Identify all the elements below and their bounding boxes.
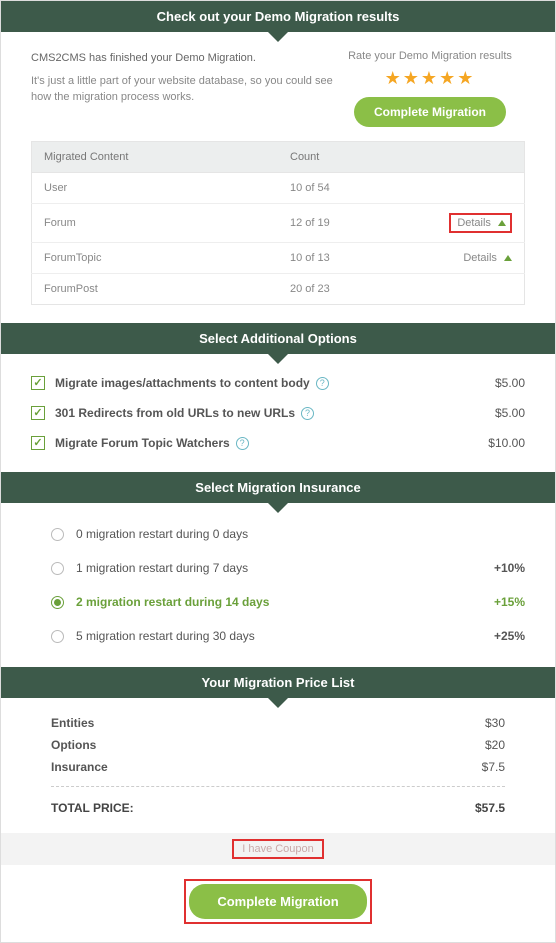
chevron-up-icon [498, 220, 506, 226]
insurance-modifier: +25% [494, 629, 525, 643]
insurance-label: 5 migration restart during 30 days [76, 629, 255, 643]
table-row: ForumTopic10 of 13 Details [32, 243, 525, 274]
total-row: TOTAL PRICE: $57.5 [31, 795, 525, 819]
option-row: ✓ Migrate Forum Topic Watchers? $10.00 [31, 428, 525, 458]
radio[interactable] [51, 596, 64, 609]
content-count: 10 of 13 [278, 243, 435, 274]
insurance-modifier: +10% [494, 561, 525, 575]
insurance-option[interactable]: 1 migration restart during 7 days +10% [31, 551, 525, 585]
rating-stars[interactable]: ★★★★★ [335, 68, 525, 89]
checkbox[interactable]: ✓ [31, 376, 45, 390]
price-row: Entities $30 [31, 712, 525, 734]
help-icon[interactable]: ? [301, 407, 314, 420]
insurance-option[interactable]: 0 migration restart during 0 days [31, 517, 525, 551]
details-toggle[interactable]: Details [449, 213, 512, 233]
final-cta-highlight: Complete Migration [184, 879, 371, 924]
price-label: Options [51, 738, 96, 752]
migrated-content-table: Migrated Content Count User10 of 54Forum… [31, 141, 525, 305]
intro-line1: CMS2CMS has finished your Demo Migration… [31, 50, 335, 67]
radio[interactable] [51, 630, 64, 643]
option-label: Migrate Forum Topic Watchers [55, 436, 230, 450]
total-label: TOTAL PRICE: [51, 801, 134, 815]
insurance-option[interactable]: 2 migration restart during 14 days +15% [31, 585, 525, 619]
section-header-options: Select Additional Options [1, 323, 555, 354]
col-count: Count [278, 142, 435, 173]
price-value: $20 [485, 738, 505, 752]
section-header-insurance: Select Migration Insurance [1, 472, 555, 503]
complete-migration-button-bottom[interactable]: Complete Migration [189, 884, 366, 919]
details-toggle[interactable]: Details [463, 252, 512, 264]
insurance-label: 2 migration restart during 14 days [76, 595, 269, 609]
price-row: Options $20 [31, 734, 525, 756]
table-row: Forum12 of 19 Details [32, 204, 525, 243]
content-count: 12 of 19 [278, 204, 435, 243]
option-row: ✓ Migrate images/attachments to content b… [31, 368, 525, 398]
insurance-label: 0 migration restart during 0 days [76, 527, 248, 541]
insurance-option[interactable]: 5 migration restart during 30 days +25% [31, 619, 525, 653]
rate-label: Rate your Demo Migration results [335, 50, 525, 62]
insurance-label: 1 migration restart during 7 days [76, 561, 248, 575]
option-price: $5.00 [495, 406, 525, 420]
option-label: 301 Redirects from old URLs to new URLs [55, 406, 295, 420]
price-label: Insurance [51, 760, 108, 774]
content-name: ForumPost [32, 274, 279, 305]
radio[interactable] [51, 562, 64, 575]
col-migrated-content: Migrated Content [32, 142, 279, 173]
table-row: User10 of 54 [32, 173, 525, 204]
checkbox[interactable]: ✓ [31, 436, 45, 450]
content-name: ForumTopic [32, 243, 279, 274]
content-count: 10 of 54 [278, 173, 435, 204]
option-row: ✓ 301 Redirects from old URLs to new URLs… [31, 398, 525, 428]
content-count: 20 of 23 [278, 274, 435, 305]
option-label: Migrate images/attachments to content bo… [55, 376, 310, 390]
price-label: Entities [51, 716, 94, 730]
complete-migration-button-top[interactable]: Complete Migration [354, 97, 506, 127]
coupon-link[interactable]: I have Coupon [232, 839, 324, 859]
price-value: $7.5 [482, 760, 505, 774]
price-value: $30 [485, 716, 505, 730]
content-name: Forum [32, 204, 279, 243]
total-value: $57.5 [475, 801, 505, 815]
coupon-bar: I have Coupon [1, 833, 555, 865]
details-label: Details [463, 252, 497, 264]
price-row: Insurance $7.5 [31, 756, 525, 778]
intro-row: CMS2CMS has finished your Demo Migration… [1, 32, 555, 141]
insurance-modifier: +15% [494, 595, 525, 609]
section-header-results: Check out your Demo Migration results [1, 1, 555, 32]
table-row: ForumPost20 of 23 [32, 274, 525, 305]
option-price: $5.00 [495, 376, 525, 390]
option-price: $10.00 [488, 436, 525, 450]
help-icon[interactable]: ? [316, 377, 329, 390]
section-header-price: Your Migration Price List [1, 667, 555, 698]
chevron-up-icon [504, 255, 512, 261]
help-icon[interactable]: ? [236, 437, 249, 450]
divider [51, 786, 505, 787]
intro-line2: It's just a little part of your website … [31, 73, 335, 106]
checkbox[interactable]: ✓ [31, 406, 45, 420]
content-name: User [32, 173, 279, 204]
radio[interactable] [51, 528, 64, 541]
details-label: Details [457, 217, 491, 229]
